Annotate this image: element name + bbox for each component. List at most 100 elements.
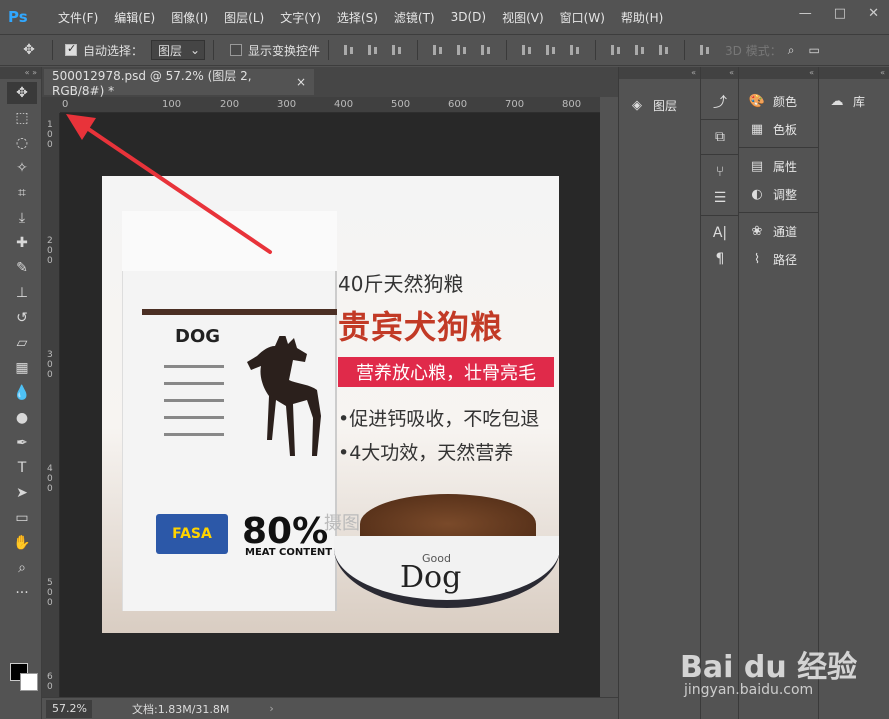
menu-file[interactable]: 文件(F): [50, 0, 106, 34]
menu-select[interactable]: 选择(S): [329, 0, 386, 34]
move-tool[interactable]: ✥: [7, 82, 37, 104]
history-brush-tool[interactable]: ↺: [7, 307, 37, 329]
show-transform-checkbox[interactable]: [230, 44, 243, 56]
panel-tab-properties[interactable]: ▤ 属性: [739, 152, 818, 180]
panel-tab-label: 通道: [773, 224, 798, 239]
panel-tab-label: 属性: [773, 159, 798, 174]
align-right-icon[interactable]: [479, 43, 493, 57]
more-tools-icon[interactable]: ···: [7, 582, 37, 604]
panel-tab-label: 库: [853, 94, 866, 109]
healing-brush-tool[interactable]: ✚: [7, 232, 37, 254]
menu-layer[interactable]: 图层(L): [216, 0, 272, 34]
blur-tool[interactable]: 💧: [7, 382, 37, 404]
menu-image[interactable]: 图像(I): [163, 0, 216, 34]
panel-tab-color[interactable]: 🎨 颜色: [739, 87, 818, 115]
menu-help[interactable]: 帮助(H): [613, 0, 671, 34]
ad-bullet: •4大功效，天然营养: [338, 442, 514, 464]
crop-tool[interactable]: ⌗: [7, 182, 37, 204]
eyedropper-tool[interactable]: ⤓: [7, 207, 37, 229]
close-icon[interactable]: ✕: [868, 6, 879, 21]
ruler-tick-label: 4: [47, 464, 53, 474]
history-icon[interactable]: ⤴: [701, 89, 739, 115]
paragraph-icon[interactable]: ¶: [701, 246, 739, 272]
menu-type[interactable]: 文字(Y): [272, 0, 329, 34]
menu-view[interactable]: 视图(V): [494, 0, 552, 34]
background-color-swatch[interactable]: [20, 673, 38, 691]
divider: [52, 40, 53, 60]
align-left-icon[interactable]: [431, 43, 445, 57]
minimize-icon[interactable]: —: [799, 6, 812, 21]
panel-collapse-icon[interactable]: «: [739, 67, 818, 79]
distribute-right-icon[interactable]: [657, 43, 671, 57]
chevron-down-icon: ⌄: [189, 43, 201, 57]
menu-3d[interactable]: 3D(D): [443, 0, 494, 34]
ruler-vertical[interactable]: 1 0 0 2 0 0 3 0 0 4 0 0 5 0 0 6 0: [42, 113, 60, 697]
menu-edit[interactable]: 编辑(E): [106, 0, 163, 34]
clone-stamp-tool[interactable]: ⊥: [7, 282, 37, 304]
marquee-tool[interactable]: ⬚: [7, 107, 37, 129]
3d-mode-label: 3D 模式：: [725, 43, 782, 58]
search-icon[interactable]: ⌕: [788, 43, 795, 58]
align-vcenter-icon[interactable]: [366, 43, 380, 57]
distribute-hcenter-icon[interactable]: [633, 43, 647, 57]
align-bottom-icon[interactable]: [390, 43, 404, 57]
magic-wand-tool[interactable]: ✧: [7, 157, 37, 179]
character-icon[interactable]: A|: [701, 220, 739, 246]
hand-tool[interactable]: ✋: [7, 532, 37, 554]
layer-select-value: 图层: [158, 43, 183, 58]
panel-tab-paths[interactable]: ⌇ 路径: [739, 245, 818, 273]
clone-source-icon[interactable]: ⧉: [701, 124, 739, 150]
distribute-left-icon[interactable]: [609, 43, 623, 57]
close-tab-icon[interactable]: ×: [296, 75, 306, 89]
menu-filter[interactable]: 滤镜(T): [386, 0, 443, 34]
workspace-icon[interactable]: ▭: [808, 43, 819, 57]
ruler-tick-label: 0: [47, 588, 53, 598]
ruler-horizontal[interactable]: 0 100 200 300 400 500 600 700 800: [60, 97, 600, 113]
panel-tab-layers[interactable]: ◈ 图层: [619, 91, 700, 119]
divider: [328, 40, 330, 60]
eraser-tool[interactable]: ▱: [7, 332, 37, 354]
zoom-tool[interactable]: ⌕: [7, 557, 37, 579]
lasso-tool[interactable]: ◌: [7, 132, 37, 154]
brush-settings-icon[interactable]: ⑂: [701, 159, 739, 185]
pen-tool[interactable]: ✒: [7, 432, 37, 454]
status-menu-arrow-icon[interactable]: ›: [269, 702, 273, 715]
panel-tab-swatches[interactable]: ▦ 色板: [739, 115, 818, 143]
distribute-bottom-icon[interactable]: [568, 43, 582, 57]
menu-bar: Ps 文件(F) 编辑(E) 图像(I) 图层(L) 文字(Y) 选择(S) 滤…: [0, 0, 889, 34]
type-tool[interactable]: T: [7, 457, 37, 479]
panel-collapse-icon[interactable]: «: [819, 67, 889, 79]
distribute-top-icon[interactable]: [520, 43, 534, 57]
align-top-icon[interactable]: [342, 43, 356, 57]
bag-percent: 80%: [242, 511, 329, 552]
divider: [213, 40, 215, 60]
panel-collapse-icon[interactable]: «: [619, 67, 700, 79]
panel-tab-adjustments[interactable]: ◐ 调整: [739, 180, 818, 208]
move-tool-icon[interactable]: ✥: [14, 39, 44, 61]
auto-select-checkbox[interactable]: [65, 42, 77, 56]
brush-presets-icon[interactable]: ☰: [701, 185, 739, 211]
layer-select-dropdown[interactable]: 图层 ⌄: [151, 40, 206, 60]
tools-panel: « » ✥ ⬚ ◌ ✧ ⌗ ⤓ ✚ ✎ ⊥ ↺ ▱ ▦ 💧 ● ✒ T ➤ ▭ …: [0, 67, 42, 719]
gradient-tool[interactable]: ▦: [7, 357, 37, 379]
rectangle-tool[interactable]: ▭: [7, 507, 37, 529]
document-tab[interactable]: 500012978.psd @ 57.2% (图层 2, RGB/8#) * ×: [44, 69, 314, 98]
panel-collapse-icon[interactable]: «: [701, 67, 738, 79]
align-hcenter-icon[interactable]: [455, 43, 469, 57]
ruler-origin[interactable]: [42, 97, 60, 113]
maximize-icon[interactable]: □: [834, 6, 846, 21]
zoom-level-field[interactable]: 57.2%: [46, 699, 92, 718]
dodge-tool[interactable]: ●: [7, 407, 37, 429]
options-bar: ✥ 自动选择： 图层 ⌄ 显示变换控件 3D 模式： ⌕ ▭: [0, 34, 889, 66]
panel-collapse-icon[interactable]: « »: [0, 67, 41, 79]
distribute-vcenter-icon[interactable]: [544, 43, 558, 57]
menu-window[interactable]: 窗口(W): [552, 0, 613, 34]
window-controls: — □ ✕: [799, 6, 879, 21]
panel-tab-label: 图层: [653, 98, 678, 113]
brush-tool[interactable]: ✎: [7, 257, 37, 279]
panel-tab-channels[interactable]: ❀ 通道: [739, 217, 818, 245]
ruler-tick-label: 0: [47, 484, 53, 494]
panel-tab-libraries[interactable]: ☁ 库: [819, 87, 889, 115]
path-selection-tool[interactable]: ➤: [7, 482, 37, 504]
auto-align-icon[interactable]: [698, 43, 712, 57]
